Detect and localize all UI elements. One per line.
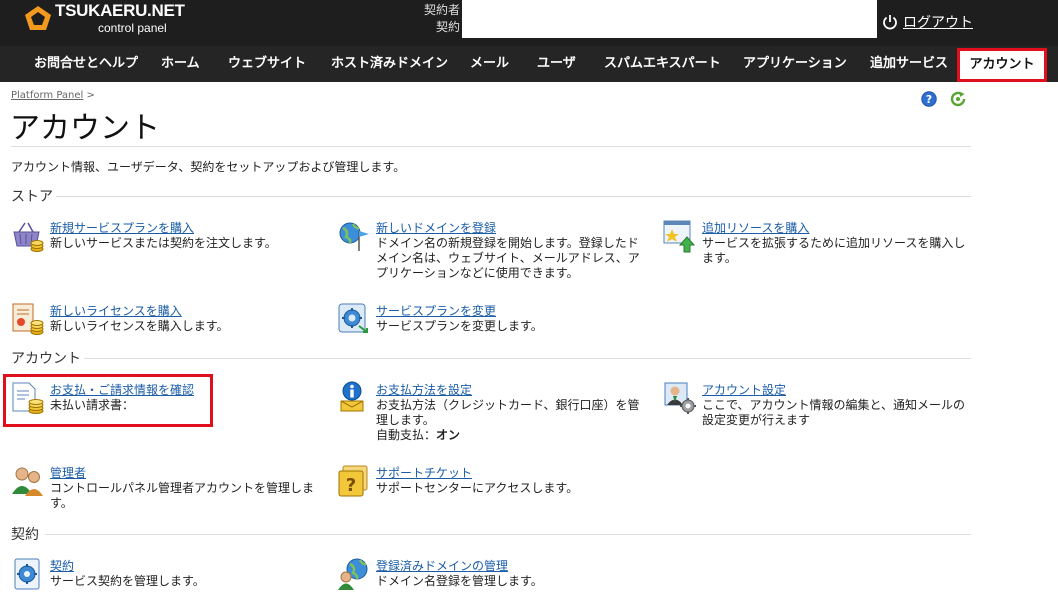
tile-description-text: お支払方法（クレジットカード、銀行口座）を管理します。	[376, 398, 640, 427]
tile-title-link[interactable]: 契約	[50, 557, 74, 574]
globe-flag-icon	[339, 222, 369, 251]
nav-item-account[interactable]: アカウント	[957, 48, 1047, 82]
tile-title-link[interactable]: 登録済みドメインの管理	[376, 557, 508, 574]
tile-title-link[interactable]: お支払方法を設定	[376, 381, 472, 398]
tile-description: 新しいライセンスを購入します。	[50, 319, 229, 333]
registered-domain-icon	[338, 558, 368, 590]
logout-label: ログアウト	[903, 15, 973, 31]
page-description: アカウント情報、ユーザデータ、契約をセットアップおよび管理します。	[11, 160, 406, 174]
tile-title-link[interactable]: 新規サービスプランを購入	[50, 219, 194, 236]
support-ticket-icon: ?	[338, 465, 368, 497]
account-settings-icon	[664, 382, 696, 414]
tile-description: サポートセンターにアクセスします。	[376, 481, 579, 495]
tile-description: ドメイン名の新規登録を開始します。登録したドメイン名は、ウェブサイト、メールアド…	[376, 236, 640, 280]
tile-title-link[interactable]: 管理者	[50, 464, 86, 481]
tile-title-link[interactable]: 新しいドメインを登録	[376, 219, 496, 236]
tile-title-link[interactable]: アカウント設定	[702, 381, 786, 398]
plan-change-icon	[338, 303, 368, 333]
tile-description: お支払方法（クレジットカード、銀行口座）を管理します。 自動支払：オン	[376, 398, 646, 443]
tile-title-link[interactable]: サポートチケット	[376, 464, 472, 481]
tile-description: 新しいサービスまたは契約を注文します。	[50, 236, 277, 250]
contract-info-box[interactable]	[462, 0, 877, 38]
breadcrumb: Platform Panel >	[11, 90, 95, 101]
contract-labels: 契約者 契約	[418, 2, 460, 36]
nav-item-spam-experts[interactable]: スパムエキスパート	[604, 46, 721, 82]
section-title-account: アカウント	[11, 351, 81, 367]
contractor-label: 契約者	[423, 3, 460, 17]
brand-logo[interactable]: TSUKAERU.NET control panel	[24, 1, 204, 38]
divider	[11, 146, 971, 147]
tile-title-link[interactable]: 新しいライセンスを購入	[50, 302, 182, 319]
tile-title-link[interactable]: 追加リソースを購入	[702, 219, 809, 236]
auto-payment-label: 自動支払：	[376, 428, 437, 442]
tile-description: ここで、アカウント情報の編集と、通知メールの設定変更が行えます	[702, 398, 966, 427]
tile-administrators: 管理者 コントロールパネル管理者アカウントを管理します。	[11, 464, 314, 524]
svg-text:?: ?	[346, 475, 356, 496]
license-coins-icon	[12, 303, 44, 335]
logout-button[interactable]: ログアウト	[882, 12, 973, 32]
divider	[45, 534, 971, 535]
tile-title-link[interactable]: サービスプランを変更	[376, 302, 496, 319]
nav-item-users[interactable]: ユーザ	[537, 46, 576, 82]
basket-coins-icon	[13, 222, 44, 252]
logo-mark-icon	[25, 6, 51, 30]
svg-text:?: ?	[926, 93, 932, 106]
page-title: アカウント	[10, 111, 160, 146]
tile-support-ticket: ? サポートチケット サポートセンターにアクセスします。	[337, 464, 637, 524]
nav-item-mail[interactable]: メール	[470, 46, 509, 82]
tile-contract: 契約 サービス契約を管理します。	[11, 557, 311, 609]
nav-item-additional-services[interactable]: 追加サービス	[870, 46, 948, 82]
payment-info-icon	[340, 381, 364, 412]
contract-icon	[14, 558, 40, 590]
breadcrumb-link-platform-panel[interactable]: Platform Panel	[11, 90, 83, 101]
refresh-icon[interactable]	[950, 91, 968, 107]
tile-buy-additional-resources: 追加リソースを購入 サービスを拡張するために追加リソースを購入します。	[663, 219, 965, 279]
resource-upgrade-icon	[663, 220, 696, 253]
tile-description: サービス契約を管理します。	[50, 574, 205, 588]
tile-buy-service-plan: 新規サービスプランを購入 新しいサービスまたは契約を注文します。	[11, 219, 311, 279]
tile-register-domain: 新しいドメインを登録 ドメイン名の新規登録を開始します。登録したドメイン名は、ウ…	[337, 219, 640, 280]
tile-title-link[interactable]: お支払・ご請求情報を確認	[50, 381, 194, 398]
divider	[84, 358, 971, 359]
breadcrumb-separator: >	[86, 90, 95, 101]
main-nav: お問合せとヘルプ ホーム ウェブサイト ホスト済みドメイン メール ユーザ スパ…	[0, 46, 1058, 82]
power-icon	[883, 15, 897, 30]
brand-name: TSUKAERU.NET	[55, 1, 185, 20]
help-icon[interactable]: ?	[921, 91, 937, 107]
nav-item-applications[interactable]: アプリケーション	[743, 46, 847, 82]
tile-payment-method: お支払方法を設定 お支払方法（クレジットカード、銀行口座）を管理します。 自動支…	[337, 381, 640, 442]
tile-description: サービスプランを変更します。	[376, 319, 543, 333]
section-title-store: ストア	[11, 189, 53, 205]
tile-billing-info: お支払・ご請求情報を確認 未払い請求書：	[11, 381, 311, 441]
auto-payment-value: オン	[436, 428, 461, 442]
nav-item-websites[interactable]: ウェブサイト	[228, 46, 306, 82]
contract-label: 契約	[435, 20, 460, 34]
brand-subtitle: control panel	[98, 21, 167, 35]
tile-description: 未払い請求書：	[50, 398, 135, 412]
tile-registered-domains: 登録済みドメインの管理 ドメイン名登録を管理します。	[337, 557, 637, 609]
administrators-icon	[12, 467, 43, 496]
top-bar: TSUKAERU.NET control panel 契約者 契約 ログアウト	[0, 0, 1058, 46]
tile-description: サービスを拡張するために追加リソースを購入します。	[702, 236, 966, 265]
divider	[56, 196, 971, 197]
nav-item-help[interactable]: お問合せとヘルプ	[34, 46, 138, 82]
invoice-coins-icon	[12, 382, 44, 414]
nav-item-hosted-domains[interactable]: ホスト済みドメイン	[331, 46, 448, 82]
tile-change-service-plan: サービスプランを変更 サービスプランを変更します。	[337, 302, 637, 362]
section-title-contract: 契約	[11, 527, 39, 543]
nav-item-home[interactable]: ホーム	[161, 46, 200, 82]
tile-account-settings: アカウント設定 ここで、アカウント情報の編集と、通知メールの設定変更が行えます	[663, 381, 965, 441]
tile-description: コントロールパネル管理者アカウントを管理します。	[50, 481, 315, 510]
tile-description: ドメイン名登録を管理します。	[376, 574, 543, 588]
